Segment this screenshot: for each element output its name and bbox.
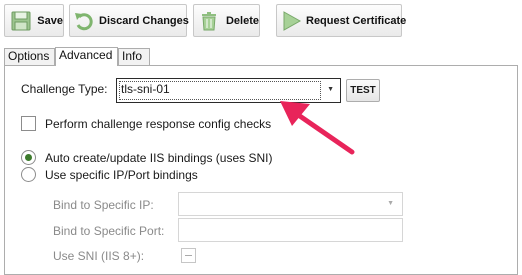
- tab-advanced-label: Advanced: [59, 48, 113, 62]
- bind-ip-dropdown[interactable]: ▼: [178, 192, 403, 216]
- undo-icon: [73, 8, 95, 34]
- use-sni-label: Use SNI (IIS 8+):: [53, 249, 145, 263]
- auto-bindings-radio[interactable]: [21, 150, 36, 165]
- tab-options[interactable]: Options: [4, 48, 55, 65]
- save-button-label: Save: [37, 14, 63, 27]
- challenge-type-value: tls-sni-01: [121, 82, 170, 96]
- request-certificate-button[interactable]: Request Certificate: [276, 4, 406, 37]
- trash-icon: [197, 8, 222, 34]
- bind-ip-label: Bind to Specific IP:: [53, 198, 154, 212]
- tab-info-label: Info: [122, 49, 143, 63]
- perform-checks-label: Perform challenge response config checks: [45, 117, 272, 131]
- discard-changes-button[interactable]: Discard Changes: [69, 4, 189, 37]
- save-icon: [8, 8, 33, 34]
- indeterminate-mark: [185, 255, 192, 256]
- use-sni-checkbox[interactable]: [181, 248, 196, 263]
- challenge-type-label: Challenge Type:: [21, 82, 108, 96]
- request-certificate-label: Request Certificate: [306, 14, 407, 27]
- chevron-down-icon: ▼: [387, 200, 394, 207]
- tab-options-label: Options: [8, 49, 50, 63]
- discard-changes-label: Discard Changes: [99, 14, 189, 27]
- bind-port-label: Bind to Specific Port:: [53, 224, 165, 238]
- play-icon: [280, 8, 302, 34]
- delete-button[interactable]: Delete: [193, 4, 260, 37]
- bind-port-input[interactable]: [178, 218, 403, 242]
- pointer-arrow-icon: [280, 101, 355, 155]
- auto-bindings-label: Auto create/update IIS bindings (uses SN…: [45, 151, 273, 165]
- specific-bindings-label: Use specific IP/Port bindings: [45, 168, 198, 182]
- specific-bindings-radio[interactable]: [21, 167, 36, 182]
- tab-advanced[interactable]: Advanced: [55, 47, 118, 66]
- radio-selected-dot: [25, 154, 32, 161]
- tab-info[interactable]: Info: [118, 48, 150, 65]
- delete-button-label: Delete: [225, 14, 259, 27]
- perform-checks-checkbox[interactable]: [21, 116, 36, 131]
- save-button[interactable]: Save: [4, 4, 64, 37]
